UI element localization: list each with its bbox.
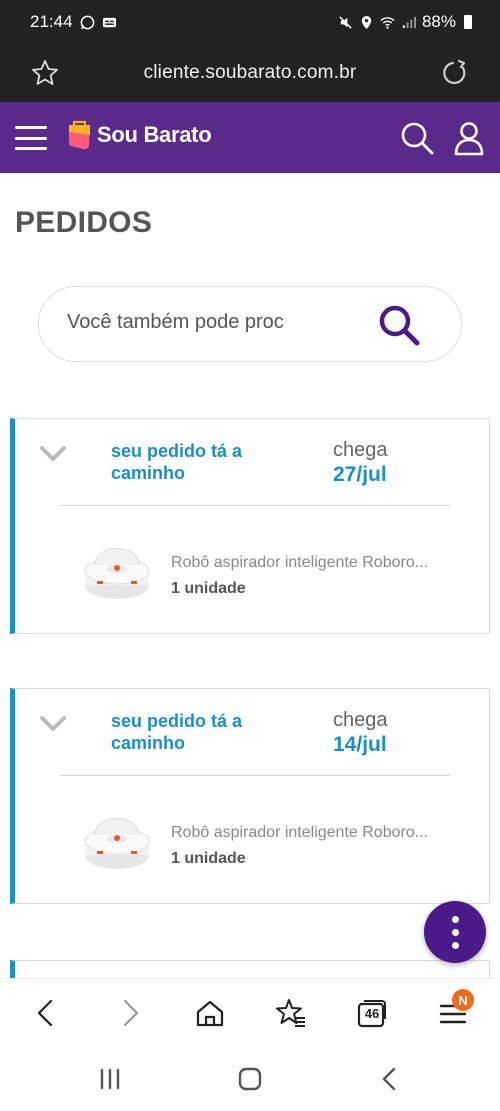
product-name[interactable]: Robô aspirador inteligente Roboro... (171, 824, 436, 842)
order-card[interactable]: seu pedido tá a caminho chega 27/jul Rob… (10, 418, 490, 634)
recent-apps-icon[interactable] (95, 1064, 125, 1094)
brand-name: Sou Barato (97, 122, 212, 147)
site-header: Sou Barato (0, 102, 500, 173)
arrival-label: chega (333, 709, 388, 731)
order-status: seu pedido tá a caminho (111, 711, 243, 753)
order-status: seu pedido tá a caminho (111, 441, 243, 483)
back-arrow-icon[interactable] (30, 997, 62, 1029)
search-button-icon[interactable] (375, 301, 423, 349)
order-search-input[interactable] (67, 311, 327, 334)
user-icon[interactable] (450, 119, 488, 157)
battery-percent: 88% (421, 12, 456, 31)
wifi-icon (380, 16, 395, 29)
bookmark-star-icon[interactable] (30, 58, 60, 88)
arrival-date: 14/jul (333, 733, 387, 756)
system-navigation-bar (0, 1046, 500, 1111)
product-name[interactable]: Robô aspirador inteligente Roboro... (171, 554, 436, 572)
browser-toolbar: 46 (0, 978, 500, 1046)
arrival-label: chega (333, 439, 388, 461)
signal-icon (402, 16, 416, 28)
system-back-icon[interactable] (375, 1064, 405, 1094)
more-options-button[interactable] (424, 901, 486, 963)
location-icon (361, 15, 372, 29)
browser-address-bar: cliente.soubarato.com.br (0, 44, 500, 102)
robot-vacuum-image (84, 818, 150, 869)
battery-icon (464, 15, 472, 29)
reload-icon[interactable] (440, 58, 470, 88)
more-vertical-icon (451, 915, 459, 923)
forward-arrow-icon[interactable] (114, 997, 146, 1029)
brand-logo[interactable]: Sou Barato (66, 119, 212, 151)
shopping-bag-icon (69, 120, 90, 150)
home-icon[interactable] (194, 997, 226, 1029)
chevron-down-icon[interactable] (39, 445, 67, 463)
order-card[interactable]: seu pedido tá a caminho chega 14/jul Rob… (10, 688, 490, 904)
caption-icon (102, 17, 116, 27)
home-button-icon[interactable] (235, 1064, 265, 1094)
product-quantity: 1 unidade (171, 850, 246, 867)
divider (60, 505, 450, 506)
chevron-down-icon[interactable] (39, 715, 67, 733)
page-title: PEDIDOS (15, 206, 153, 239)
order-search-box (38, 286, 462, 362)
product-quantity: 1 unidade (171, 580, 246, 597)
bookmarks-icon[interactable] (275, 997, 307, 1029)
menu-badge: N (452, 989, 474, 1011)
status-bar: 21:44 88% (0, 0, 500, 44)
robot-vacuum-image (84, 548, 150, 599)
url-text[interactable]: cliente.soubarato.com.br (0, 62, 500, 84)
whatsapp-icon (80, 15, 94, 29)
tabs-button[interactable]: 46 (356, 997, 388, 1029)
divider (60, 775, 450, 776)
arrival-date: 27/jul (333, 463, 387, 486)
menu-icon[interactable] (15, 126, 47, 150)
mute-icon (339, 15, 352, 29)
tab-count: 46 (364, 1005, 380, 1021)
search-icon[interactable] (398, 119, 436, 157)
clock: 21:44 (30, 12, 73, 31)
